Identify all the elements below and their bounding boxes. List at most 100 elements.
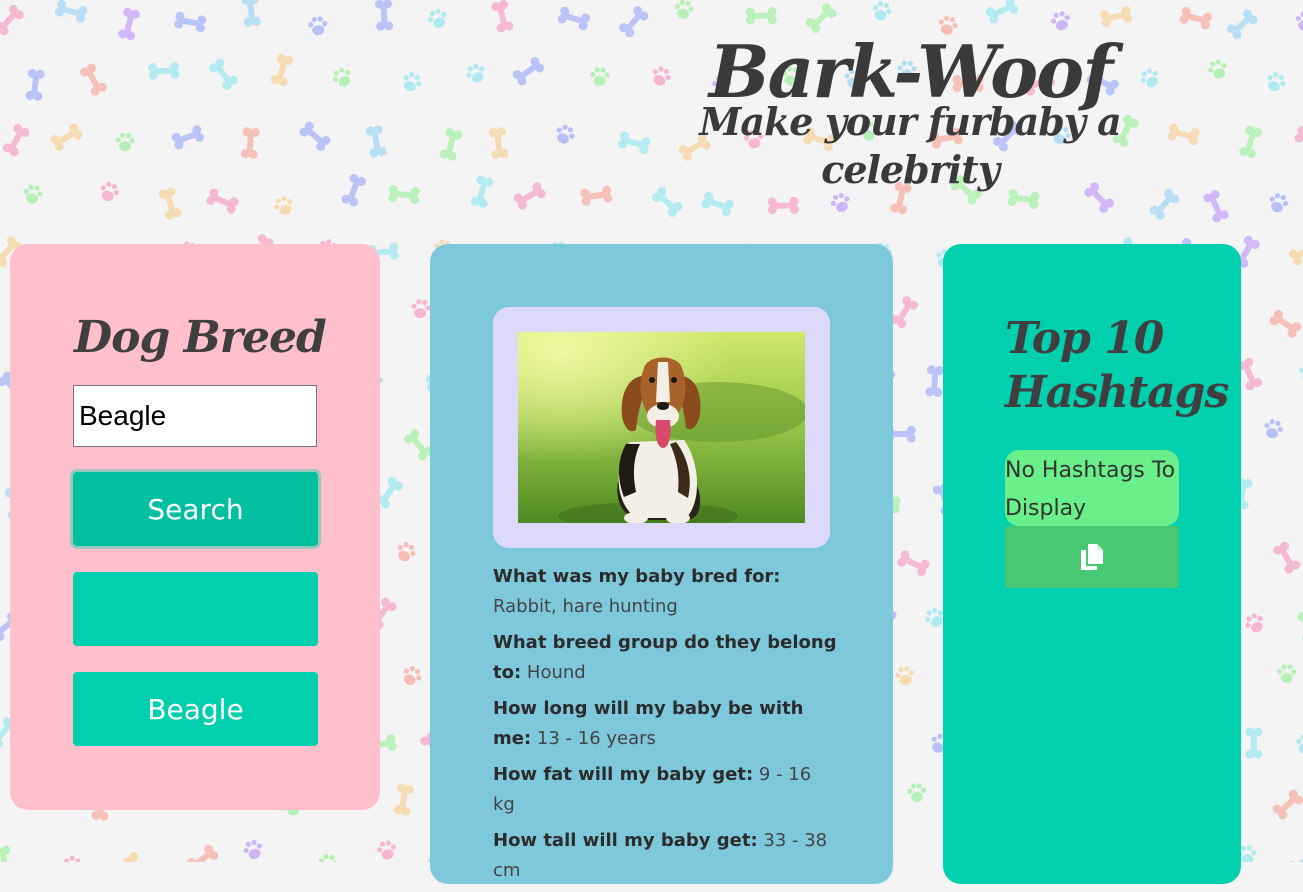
bone-icon bbox=[889, 295, 920, 330]
paw-icon bbox=[272, 194, 297, 218]
copy-icon bbox=[1081, 544, 1103, 570]
dog-photo-frame bbox=[493, 307, 830, 548]
breed-facts: What was my baby bred for: Rabbit, hare … bbox=[493, 562, 838, 892]
bone-icon bbox=[1179, 6, 1213, 30]
paw-icon bbox=[22, 183, 44, 205]
bone-icon bbox=[185, 843, 220, 862]
paw-icon bbox=[1294, 734, 1303, 756]
bone-icon bbox=[1225, 7, 1259, 41]
paw-icon bbox=[1206, 57, 1230, 81]
fact-question: How tall will my baby get: bbox=[493, 830, 758, 851]
bone-icon bbox=[241, 0, 261, 27]
bone-icon bbox=[270, 53, 294, 87]
paw-icon bbox=[399, 663, 425, 689]
bone-icon bbox=[557, 6, 592, 32]
paw-icon bbox=[1294, 11, 1303, 32]
bone-icon bbox=[388, 185, 420, 205]
bone-icon bbox=[1238, 125, 1263, 159]
breed-search-input[interactable] bbox=[73, 385, 317, 447]
bone-icon bbox=[0, 3, 26, 37]
paw-icon bbox=[425, 7, 450, 31]
bone-icon bbox=[240, 127, 260, 159]
blank-breed-button[interactable] bbox=[73, 572, 318, 646]
paw-icon bbox=[399, 70, 424, 95]
bone-icon bbox=[470, 175, 494, 209]
bone-icon bbox=[117, 7, 141, 41]
paw-icon bbox=[1299, 363, 1303, 382]
bone-icon bbox=[1245, 728, 1262, 759]
bone-icon bbox=[490, 0, 514, 33]
bone-icon bbox=[768, 197, 799, 215]
paw-icon bbox=[317, 853, 339, 862]
fact-question: How fat will my baby get: bbox=[493, 764, 753, 785]
dog-breed-heading: Dog Breed bbox=[74, 308, 326, 368]
bone-icon bbox=[1286, 846, 1303, 862]
hashtags-panel: Top 10 Hashtags No Hashtags To Display bbox=[943, 244, 1241, 884]
bone-icon bbox=[121, 850, 154, 862]
paw-icon bbox=[1277, 664, 1297, 683]
bone-icon bbox=[173, 11, 206, 33]
paw-icon bbox=[590, 67, 610, 86]
bone-icon bbox=[158, 186, 183, 220]
bone-icon bbox=[896, 549, 931, 578]
bone-icon bbox=[1296, 610, 1303, 644]
paw-icon bbox=[329, 65, 355, 91]
paw-icon bbox=[552, 122, 577, 147]
bone-icon bbox=[1, 123, 31, 158]
paw-icon bbox=[894, 665, 916, 687]
paw-icon bbox=[59, 853, 84, 862]
copy-hashtags-button[interactable] bbox=[1005, 526, 1179, 588]
bone-icon bbox=[1271, 788, 1303, 822]
bone-icon bbox=[746, 7, 777, 25]
paw-icon bbox=[410, 298, 432, 319]
fact-bred-for: What was my baby bred for: Rabbit, hare … bbox=[493, 562, 838, 622]
bone-icon bbox=[1268, 308, 1303, 339]
fact-answer: Hound bbox=[527, 662, 586, 683]
fact-answer: Rabbit, hare hunting bbox=[493, 596, 678, 617]
paw-icon bbox=[376, 839, 398, 861]
bone-icon bbox=[78, 62, 108, 97]
dog-breed-search-panel: Dog Breed Search Beagle bbox=[10, 244, 380, 810]
bone-icon bbox=[1293, 125, 1303, 152]
bone-icon bbox=[49, 122, 84, 153]
paw-icon bbox=[870, 0, 894, 23]
bone-icon bbox=[580, 185, 613, 206]
paw-icon bbox=[393, 540, 418, 565]
bone-icon bbox=[207, 57, 239, 92]
no-hashtags-message: No Hashtags To Display bbox=[1005, 458, 1175, 521]
paw-icon bbox=[308, 16, 329, 36]
site-header: Bark-Woof Make your furbaby a celebrity bbox=[640, 30, 1180, 194]
bone-icon bbox=[439, 127, 463, 161]
hashtag-list: No Hashtags To Display bbox=[1005, 450, 1179, 526]
bone-icon bbox=[170, 124, 205, 151]
paw-icon bbox=[241, 838, 265, 862]
brand-tagline: Make your furbaby a celebrity bbox=[640, 98, 1180, 194]
beagle-photo bbox=[518, 332, 805, 523]
bone-icon bbox=[54, 0, 88, 24]
paw-icon bbox=[463, 61, 488, 86]
fact-answer: 13 - 16 years bbox=[537, 728, 656, 749]
bone-icon bbox=[512, 181, 547, 212]
bone-icon bbox=[25, 69, 45, 102]
paw-icon bbox=[1242, 611, 1268, 637]
bone-icon bbox=[1287, 236, 1303, 267]
bone-icon bbox=[511, 55, 546, 87]
bone-icon bbox=[365, 125, 387, 158]
top-hashtags-heading: Top 10 Hashtags bbox=[1005, 312, 1225, 420]
paw-icon bbox=[97, 180, 121, 204]
paw-icon bbox=[907, 783, 928, 803]
bone-icon bbox=[1202, 189, 1230, 224]
paw-icon bbox=[673, 0, 695, 20]
search-button[interactable]: Search bbox=[73, 472, 318, 546]
paw-icon bbox=[1266, 191, 1290, 215]
bone-icon bbox=[393, 783, 415, 816]
paw-icon bbox=[1261, 417, 1285, 440]
bone-icon bbox=[984, 0, 1019, 25]
bone-icon bbox=[340, 173, 367, 208]
bone-icon bbox=[1271, 540, 1302, 575]
bone-icon bbox=[298, 120, 333, 153]
fact-weight: How fat will my baby get: 9 - 16 kg bbox=[493, 760, 838, 820]
breed-result-button[interactable]: Beagle bbox=[73, 672, 318, 746]
paw-icon bbox=[1263, 70, 1288, 95]
fact-question: What was my baby bred for: bbox=[493, 566, 781, 587]
